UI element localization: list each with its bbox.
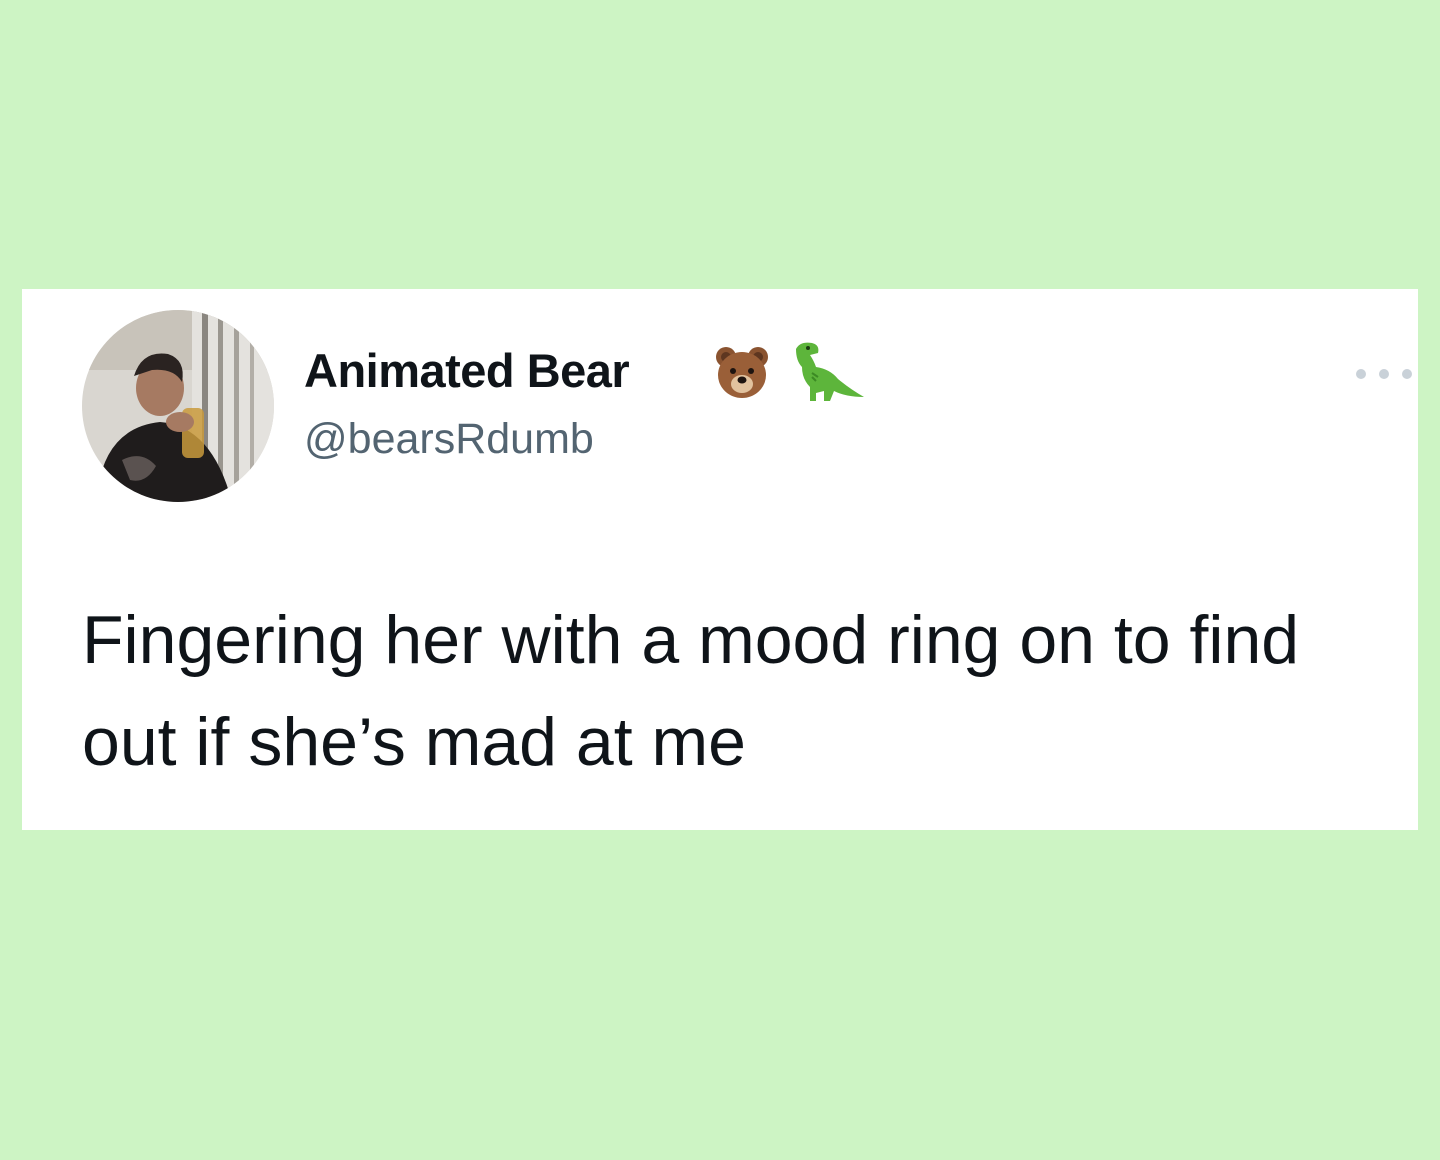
author-handle[interactable]: @bearsRdumb (304, 415, 594, 464)
more-horizontal-icon (1402, 369, 1412, 379)
tweet-card: Animated Bear @bearsRdumb Fingering her … (22, 289, 1418, 830)
tweet-text: Fingering her with a mood ring on to fin… (82, 602, 1300, 780)
t-rex-emoji-icon (796, 342, 864, 401)
avatar[interactable] (82, 310, 274, 502)
author-name[interactable]: Animated Bear (304, 343, 630, 398)
more-horizontal-icon (1356, 369, 1366, 379)
bear-emoji-icon (716, 347, 768, 398)
more-options-button[interactable] (1356, 365, 1412, 383)
avatar-photo (82, 310, 274, 502)
more-horizontal-icon (1379, 369, 1389, 379)
